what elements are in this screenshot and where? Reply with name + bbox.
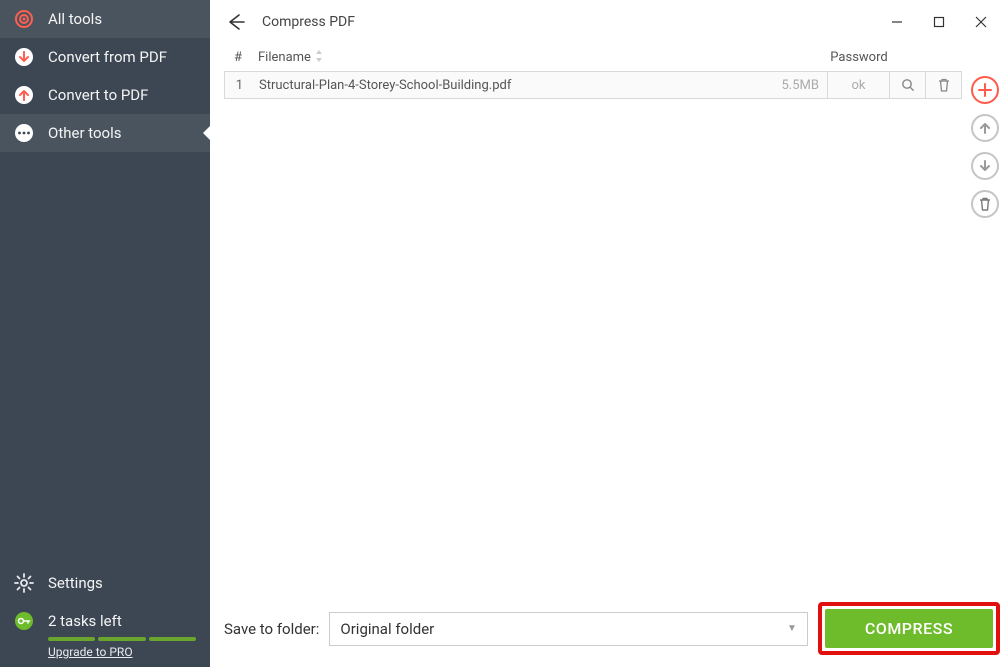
file-area: # Filename Password 1 Structural-Plan-4-… (210, 44, 962, 590)
sidebar-item-label: Convert to PDF (48, 86, 148, 104)
maximize-button[interactable] (930, 13, 948, 31)
task-progress-bars (48, 637, 196, 641)
sidebar-item-settings[interactable]: Settings (0, 564, 210, 602)
bottom-bar: Save to folder: Original folder ▼ COMPRE… (210, 590, 1008, 667)
side-actions (962, 44, 1008, 590)
add-file-button[interactable] (971, 76, 999, 104)
dots-icon (14, 123, 34, 143)
tasks-left-label: 2 tasks left (48, 612, 122, 630)
row-filename: Structural-Plan-4-Storey-School-Building… (253, 78, 767, 93)
column-index: # (224, 50, 252, 65)
close-button[interactable] (972, 13, 990, 31)
row-index: 1 (225, 78, 253, 93)
delete-all-button[interactable] (971, 190, 999, 218)
sidebar-item-label: Settings (48, 574, 103, 592)
row-delete-button[interactable] (925, 72, 961, 98)
row-filesize: 5.5MB (767, 78, 827, 93)
table-row[interactable]: 1 Structural-Plan-4-Storey-School-Buildi… (224, 71, 962, 99)
column-password: Password (828, 50, 890, 65)
gear-icon (14, 573, 34, 593)
sort-icon (315, 50, 323, 65)
move-down-button[interactable] (971, 152, 999, 180)
sidebar-item-convert-from-pdf[interactable]: Convert from PDF (0, 38, 210, 76)
row-preview-button[interactable] (889, 72, 925, 98)
folder-select[interactable]: Original folder ▼ (329, 612, 807, 646)
column-filename-label: Filename (258, 50, 311, 65)
move-up-button[interactable] (971, 114, 999, 142)
table-header: # Filename Password (224, 44, 962, 71)
compress-button[interactable]: COMPRESS (825, 609, 993, 648)
save-to-folder-label: Save to folder: (224, 620, 319, 638)
titlebar: Compress PDF (210, 0, 1008, 44)
sidebar-item-convert-to-pdf[interactable]: Convert to PDF (0, 76, 210, 114)
sidebar-item-label: All tools (48, 10, 102, 28)
upgrade-link[interactable]: Upgrade to PRO (48, 645, 210, 659)
sidebar-item-other-tools[interactable]: Other tools (0, 114, 210, 152)
minimize-button[interactable] (888, 13, 906, 31)
sidebar-item-all-tools[interactable]: All tools (0, 0, 210, 38)
page-title: Compress PDF (262, 14, 888, 30)
file-list-empty-area (224, 99, 962, 590)
sidebar: All tools Convert from PDF Convert to PD… (0, 0, 210, 667)
column-filename[interactable]: Filename (252, 50, 768, 65)
row-password: ok (827, 72, 889, 98)
main-panel: Compress PDF # Filename (210, 0, 1008, 667)
arrow-up-circle-icon (14, 85, 34, 105)
arrow-down-circle-icon (14, 47, 34, 67)
sidebar-item-tasks[interactable]: 2 tasks left (0, 602, 210, 633)
compress-highlight: COMPRESS (818, 602, 1000, 655)
sidebar-item-label: Convert from PDF (48, 48, 167, 66)
folder-select-value: Original folder (340, 620, 434, 638)
sidebar-item-label: Other tools (48, 124, 122, 142)
key-icon (14, 611, 34, 631)
chevron-down-icon: ▼ (787, 623, 797, 634)
target-icon (14, 9, 34, 29)
back-button[interactable] (224, 10, 248, 34)
